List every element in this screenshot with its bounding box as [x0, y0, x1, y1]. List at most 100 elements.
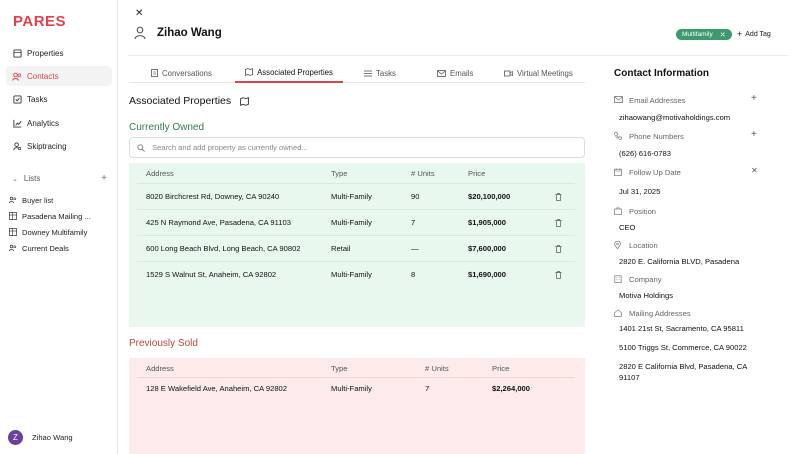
search-input[interactable]: Search and add property as currently own…: [129, 137, 585, 158]
trash-icon[interactable]: [555, 210, 562, 235]
company-value[interactable]: Motiva Holdings: [619, 290, 673, 301]
sidebar: PARES Properties Contacts Tasks Analytic…: [0, 0, 118, 454]
add-tag-button[interactable]: + Add Tag: [737, 29, 771, 39]
add-email-button[interactable]: +: [751, 93, 757, 104]
people-icon: [9, 244, 17, 252]
sidebar-item-skiptracing[interactable]: Skiptracing: [6, 137, 112, 157]
contact-header: Zihao Wang: [134, 26, 222, 40]
list-item[interactable]: Downey Multifamily: [9, 224, 109, 240]
map-icon: [245, 68, 253, 76]
table-row[interactable]: 128 E Wakefield Ave, Anaheim, CA 92802 M…: [137, 377, 575, 399]
row-type: Multi-Family: [331, 270, 372, 279]
sidebar-item-contacts[interactable]: Contacts: [6, 66, 112, 87]
chevron-down-icon[interactable]: ⌄: [12, 175, 18, 183]
company-label: Company: [614, 275, 662, 284]
lists-header[interactable]: ⌄ Lists +: [12, 173, 107, 184]
row-type: Multi-Family: [331, 218, 372, 227]
video-icon: [504, 70, 513, 77]
map-icon[interactable]: [240, 96, 250, 106]
mailing-address[interactable]: 2820 E California Blvd, Pasadena, CA 911…: [619, 361, 759, 383]
clear-follow-up-icon[interactable]: ✕: [751, 166, 758, 175]
header-divider: [128, 55, 788, 56]
header-units: # Units: [425, 363, 449, 373]
trash-icon[interactable]: [555, 184, 562, 209]
previously-sold-title: Previously Sold: [129, 338, 198, 349]
follow-up-label-text: Follow Up Date: [629, 168, 681, 177]
position-value[interactable]: CEO: [619, 222, 635, 233]
close-icon[interactable]: ✕: [135, 8, 143, 19]
list-item[interactable]: Pasadena Mailing ...: [9, 208, 109, 224]
row-type: Multi-Family: [331, 192, 372, 201]
list-item-label: Downey Multifamily: [22, 227, 88, 237]
trash-icon[interactable]: [555, 236, 562, 261]
tab-associated-properties[interactable]: Associated Properties: [235, 63, 343, 83]
tab-label: Emails: [450, 68, 474, 78]
row-type: Retail: [331, 244, 351, 253]
row-units: 90: [411, 192, 420, 201]
email-label: Email Addresses: [614, 96, 686, 105]
table-row[interactable]: 8020 Birchcrest Rd, Downey, CA 90240 Mul…: [137, 183, 575, 209]
sidebar-item-properties[interactable]: Properties: [6, 43, 112, 63]
building-icon: [614, 275, 623, 284]
list-item-label: Pasadena Mailing ...: [22, 211, 91, 221]
tab-emails[interactable]: Emails: [437, 63, 473, 83]
follow-up-value[interactable]: Jul 31, 2025: [619, 186, 660, 197]
location-pin-icon: [614, 241, 623, 250]
header-price: Price: [468, 168, 486, 178]
row-address: 600 Long Beach Blvd, Long Beach, CA 9080…: [146, 244, 301, 253]
location-value[interactable]: 2820 E. California BLVD, Pasadena: [619, 256, 739, 267]
grid-icon: [9, 212, 17, 220]
email-label-text: Email Addresses: [629, 96, 686, 105]
header-address: Address: [146, 363, 174, 373]
phone-label: Phone Numbers: [614, 132, 684, 141]
tab-label: Tasks: [376, 68, 396, 78]
sidebar-item-label: Analytics: [27, 118, 60, 128]
row-units: 8: [411, 270, 416, 279]
app-logo[interactable]: PARES: [13, 13, 66, 30]
table-row[interactable]: 600 Long Beach Blvd, Long Beach, CA 9080…: [137, 235, 575, 261]
list-icon: [364, 70, 372, 77]
sidebar-item-label: Skiptracing: [27, 142, 67, 152]
contact-name: Zihao Wang: [157, 27, 222, 39]
row-price: $7,600,000: [468, 244, 507, 253]
lists-label: Lists: [23, 174, 41, 183]
checkbox-icon: [12, 95, 22, 105]
tab-conversations[interactable]: Conversations: [151, 63, 212, 83]
tab-label: Associated Properties: [257, 67, 333, 77]
add-phone-button[interactable]: +: [751, 129, 757, 140]
trash-icon[interactable]: [555, 262, 562, 287]
currently-owned-title: Currently Owned: [129, 122, 205, 133]
tag-label: Multifamily: [682, 31, 713, 38]
table-row[interactable]: 425 N Raymond Ave, Pasadena, CA 91103 Mu…: [137, 209, 575, 235]
plus-icon: +: [737, 29, 743, 39]
table-row[interactable]: 1529 S Walnut St, Anaheim, CA 92802 Mult…: [137, 261, 575, 287]
header-type: Type: [331, 168, 348, 178]
lists: Buyer list Pasadena Mailing ... Downey M…: [9, 192, 109, 256]
mailing-label-text: Mailing Addresses: [629, 309, 691, 318]
list-item-label: Buyer list: [22, 195, 54, 205]
list-item[interactable]: Buyer list: [9, 192, 109, 208]
mailing-address[interactable]: 1401 21st St, Sacramento, CA 95811: [619, 323, 744, 334]
remove-tag-icon[interactable]: ✕: [720, 31, 726, 39]
row-address: 8020 Birchcrest Rd, Downey, CA 90240: [146, 192, 280, 201]
sidebar-item-analytics[interactable]: Analytics: [6, 113, 112, 133]
row-price: $2,264,000: [492, 384, 531, 393]
location-label: Location: [614, 241, 658, 250]
header-type: Type: [331, 363, 348, 373]
follow-up-label: Follow Up Date: [614, 168, 681, 177]
sidebar-item-tasks[interactable]: Tasks: [6, 90, 112, 110]
contacts-icon: [12, 71, 22, 81]
email-value[interactable]: zihaowang@motivaholdings.com: [619, 112, 730, 123]
phone-value[interactable]: (626) 616-0783: [619, 148, 671, 159]
grid-icon: [9, 228, 17, 236]
user-search-icon: [12, 142, 22, 152]
search-placeholder: Search and add property as currently own…: [152, 143, 308, 152]
tab-virtual-meetings[interactable]: Virtual Meetings: [504, 63, 573, 83]
list-item[interactable]: Current Deals: [9, 240, 109, 256]
row-address: 128 E Wakefield Ave, Anaheim, CA 92802: [146, 384, 287, 393]
mailing-address[interactable]: 5100 Triggs St, Commerce, CA 90022: [619, 342, 747, 353]
add-list-icon[interactable]: +: [101, 173, 107, 184]
tab-label: Virtual Meetings: [517, 68, 573, 78]
tab-tasks[interactable]: Tasks: [364, 63, 396, 83]
current-user[interactable]: Z Zihao Wang: [8, 430, 73, 445]
